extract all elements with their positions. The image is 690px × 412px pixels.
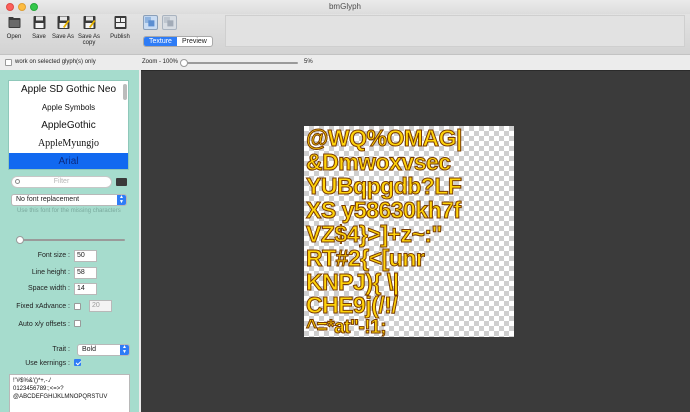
space-width-field[interactable]: 14 <box>74 283 97 295</box>
size-slider-knob[interactable] <box>16 236 24 244</box>
view-segmented-control: Texture Preview <box>143 36 213 47</box>
chevron-updown-icon: ▲ ▼ <box>117 195 126 205</box>
replacement-hint: Use this font for the missing characters <box>17 208 121 214</box>
publish-icon <box>114 16 126 29</box>
charset-textarea[interactable]: !"#$%&'()*+,-./ 0123456789:;<=>? @ABCDEF… <box>9 374 130 412</box>
tab-preview[interactable]: Preview <box>177 37 212 46</box>
glyph-row: @WQ%OMAG| <box>306 126 463 151</box>
search-icon <box>15 179 20 184</box>
glyph-row: VZ$4}>]+z~:" <box>306 221 443 247</box>
floppy-disk-pencil-icon <box>57 16 69 29</box>
use-kernings-label: Use kernings : <box>25 360 70 367</box>
zoom-slider-knob[interactable] <box>180 59 188 67</box>
title-bar: bmGlyph <box>0 0 690 14</box>
floppy-disk-copy-icon <box>83 16 95 29</box>
open-button[interactable]: Open <box>4 15 24 40</box>
zoom-label: Zoom - 100% <box>142 59 179 65</box>
font-list[interactable]: Apple SD Gothic Neo Apple Symbols AppleG… <box>8 80 129 170</box>
font-list-scrollbar[interactable] <box>123 84 127 100</box>
preview-text-panel[interactable] <box>225 15 685 47</box>
option-bar: work on selected glyph(s) only Zoom - 10… <box>0 56 690 70</box>
save-as-button[interactable]: Save As <box>52 15 74 40</box>
font-size-field[interactable]: 50 <box>74 250 97 262</box>
chevron-updown-icon: ▲ ▼ <box>120 345 129 355</box>
font-list-item[interactable]: Apple Symbols <box>9 99 128 117</box>
glyph-row: KNPJ){ \| <box>306 269 400 295</box>
filter-search-field[interactable]: Filter <box>11 176 112 188</box>
font-list-item[interactable]: Apple SD Gothic Neo <box>9 81 128 99</box>
texture-atlas[interactable]: @WQ%OMAG| &Dmwoxvsec YUBqpgdb?LF XS y586… <box>304 126 514 337</box>
folder-icon <box>8 17 20 28</box>
fixed-xadvance-checkbox[interactable] <box>74 303 81 310</box>
zoom-slider[interactable] <box>183 62 298 64</box>
font-replacement-select[interactable]: No font replacement ▲ ▼ <box>11 194 127 206</box>
floppy-disk-icon <box>33 16 45 29</box>
publish-button[interactable]: Publish <box>107 15 133 40</box>
line-height-label: Line height : <box>31 269 70 276</box>
tab-texture[interactable]: Texture <box>144 37 177 46</box>
zoom-max-label: 5% <box>304 59 313 65</box>
save-button[interactable]: Save <box>29 15 49 40</box>
size-slider[interactable] <box>17 239 125 241</box>
auto-offsets-checkbox[interactable] <box>74 320 81 327</box>
font-list-item[interactable]: AppleMyungjo <box>9 135 128 153</box>
selected-only-checkbox[interactable] <box>5 59 12 66</box>
sidebar: Apple SD Gothic Neo Apple Symbols AppleG… <box>0 70 139 412</box>
auto-offsets-label: Auto x/y offsets : <box>18 321 70 328</box>
fixed-xadvance-field[interactable]: 20 <box>89 300 112 312</box>
folder-icon[interactable] <box>116 178 127 186</box>
glyph-row: &Dmwoxvsec <box>306 149 452 175</box>
glyph-row: XS y58630kh7f <box>306 197 462 223</box>
glyph-row: ^=*at"-!1; <box>305 317 387 338</box>
fixed-xadvance-label: Fixed xAdvance : <box>16 303 70 310</box>
glyph-row: YUBqpgdb?LF <box>305 173 462 199</box>
font-list-item-selected[interactable]: Arial <box>9 153 128 169</box>
space-width-label: Space width : <box>27 285 70 292</box>
use-kernings-checkbox[interactable] <box>74 359 81 366</box>
toolbar: Open Save Save As Save As copy Publish T… <box>0 14 690 55</box>
glyph-row: RT#2{<[unr <box>305 245 425 271</box>
line-height-field[interactable]: 58 <box>74 267 97 279</box>
texture-mode-icon[interactable] <box>143 15 158 30</box>
trait-select[interactable]: Bold ▲ ▼ <box>77 344 130 356</box>
window-title: bmGlyph <box>328 2 361 11</box>
glyph-row: CHE9j(/!/ <box>305 292 398 318</box>
trait-label: Trait : <box>52 346 70 353</box>
font-list-item[interactable]: AppleGothic <box>9 117 128 135</box>
selected-only-label: work on selected glyph(s) only <box>15 59 96 65</box>
save-as-copy-button[interactable]: Save As copy <box>76 15 102 46</box>
font-size-label: Font size : <box>37 252 70 259</box>
preview-mode-icon[interactable] <box>162 15 177 30</box>
